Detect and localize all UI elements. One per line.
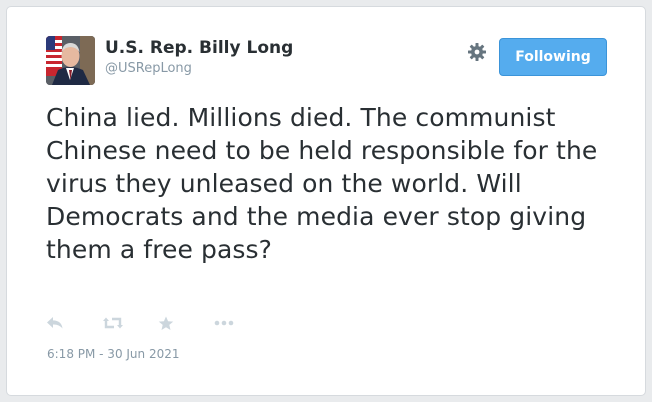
tweet-text: China lied. Millions died. The communist… — [46, 103, 598, 264]
tweet-actions — [46, 313, 270, 333]
gear-icon[interactable] — [466, 41, 488, 63]
tweet-card: U.S. Rep. Billy Long @USRepLong Followin… — [6, 6, 646, 396]
avatar-image — [46, 36, 95, 85]
retweet-icon[interactable] — [102, 313, 158, 333]
tweet-timestamp[interactable]: 6:18 PM - 30 Jun 2021 — [47, 347, 180, 361]
reply-icon[interactable] — [46, 313, 102, 333]
author-handle[interactable]: @USRepLong — [105, 61, 192, 76]
favorite-star-icon[interactable] — [158, 313, 214, 333]
following-button[interactable]: Following — [499, 38, 607, 76]
more-dots-icon[interactable] — [214, 313, 270, 333]
author-name[interactable]: U.S. Rep. Billy Long — [105, 38, 293, 58]
author-avatar[interactable] — [46, 36, 95, 85]
